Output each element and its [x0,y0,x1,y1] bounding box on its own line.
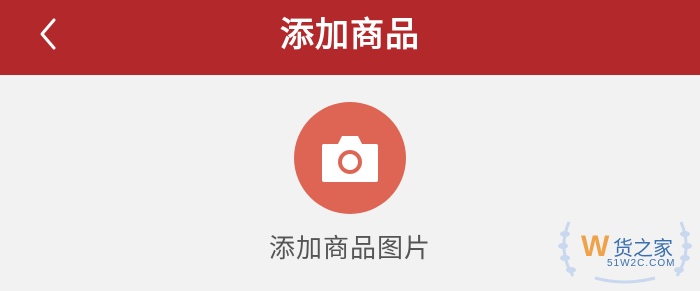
app-header: 添加商品 [0,0,700,75]
page-title: 添加商品 [280,15,420,55]
add-product-image-button[interactable] [294,102,406,214]
watermark: W 货之家 51W2C.COM [555,212,695,288]
watermark-domain: 51W2C.COM [607,258,676,269]
watermark-logo-letter: W [581,230,610,263]
camera-icon [322,136,378,182]
watermark-name: 货之家 [613,236,673,260]
